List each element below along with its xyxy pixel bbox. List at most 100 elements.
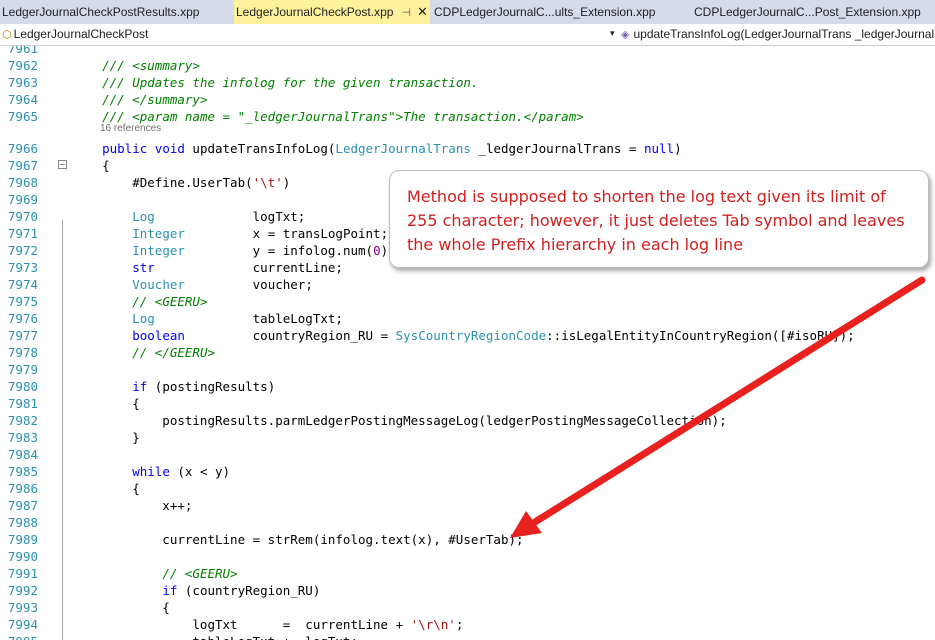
code-text: { bbox=[72, 481, 140, 496]
class-selector[interactable]: ⬡ LedgerJournalCheckPost bbox=[2, 27, 148, 41]
code-line[interactable]: 7975 // <GEERU> bbox=[0, 293, 935, 310]
code-text: Integer y = infolog.num(0); bbox=[132, 243, 395, 258]
code-text: tableLogTxt += logTxt; bbox=[72, 633, 358, 640]
tab-label: LedgerJournalCheckPost.xpp bbox=[236, 5, 394, 19]
code-line[interactable]: 7992 if (countryRegion_RU) bbox=[0, 582, 935, 599]
line-number: 7963 bbox=[7, 75, 38, 90]
code-line[interactable]: 7986 { bbox=[0, 480, 935, 497]
code-line[interactable]: 7978 // </GEERU> bbox=[0, 344, 935, 361]
line-number: 7994 bbox=[7, 617, 38, 632]
method-selector[interactable]: ◈ updateTransInfoLog(LedgerJournalTrans _… bbox=[621, 27, 934, 41]
code-editor[interactable]: 16 references 7961 7962 /// <summary> 7963… bbox=[0, 46, 935, 640]
collapse-icon[interactable]: − bbox=[58, 160, 67, 169]
line-number: 7969 bbox=[7, 192, 38, 207]
code-text: if (postingResults) bbox=[132, 379, 276, 394]
line-number: 7976 bbox=[7, 311, 38, 326]
line-number: 7977 bbox=[7, 328, 38, 343]
tab-cdp-post-extension[interactable]: CDPLedgerJournalC...Post_Extension.xpp bbox=[692, 0, 935, 24]
tab-label: CDPLedgerJournalC...ults_Extension.xpp bbox=[434, 5, 656, 19]
line-number: 7967 bbox=[7, 158, 38, 173]
line-number: 7993 bbox=[7, 600, 38, 615]
code-text: /// </summary> bbox=[102, 92, 208, 107]
code-line[interactable]: 7988 bbox=[0, 514, 935, 531]
line-number: 7971 bbox=[7, 226, 38, 241]
code-text: boolean countryRegion_RU = SysCountryReg… bbox=[132, 328, 855, 343]
tab-label: CDPLedgerJournalC...Post_Extension.xpp bbox=[694, 5, 921, 19]
code-line[interactable]: 7966 public void updateTransInfoLog(Ledg… bbox=[0, 140, 935, 157]
code-line[interactable]: 7963 /// Updates the infolog for the giv… bbox=[0, 74, 935, 91]
line-number: 7974 bbox=[7, 277, 38, 292]
tab-strip: LedgerJournalCheckPostResults.xpp Ledger… bbox=[0, 0, 935, 24]
code-text: Log tableLogTxt; bbox=[132, 311, 343, 326]
tab-cdp-results-extension[interactable]: CDPLedgerJournalC...ults_Extension.xpp bbox=[432, 0, 684, 24]
method-icon: ◈ bbox=[621, 29, 630, 41]
code-line[interactable]: 7976 Log tableLogTxt; bbox=[0, 310, 935, 327]
line-number: 7965 bbox=[7, 109, 38, 124]
code-text: logTxt = currentLine + '\r\n'; bbox=[72, 617, 464, 632]
code-line[interactable]: 7993 { bbox=[0, 599, 935, 616]
code-text: // </GEERU> bbox=[132, 345, 216, 360]
code-line[interactable]: 7987 x++; bbox=[0, 497, 935, 514]
code-line[interactable]: 7982 postingResults.parmLedgerPostingMes… bbox=[0, 412, 935, 429]
code-line[interactable]: 7984 bbox=[0, 446, 935, 463]
code-text: { bbox=[72, 600, 170, 615]
code-line[interactable]: 7990 bbox=[0, 548, 935, 565]
tab-label: LedgerJournalCheckPostResults.xpp bbox=[2, 5, 200, 19]
code-text: if (countryRegion_RU) bbox=[162, 583, 321, 598]
code-line[interactable]: 7977 boolean countryRegion_RU = SysCount… bbox=[0, 327, 935, 344]
code-text: #Define.UserTab('\t') bbox=[72, 175, 291, 190]
method-name: updateTransInfoLog(LedgerJournalTrans _l… bbox=[633, 27, 935, 41]
code-line[interactable]: 7991 // <GEERU> bbox=[0, 565, 935, 582]
code-line[interactable]: 7983 } bbox=[0, 429, 935, 446]
code-line[interactable]: 7962 /// <summary> bbox=[0, 57, 935, 74]
line-number: 7990 bbox=[7, 549, 38, 564]
code-text: { bbox=[72, 396, 140, 411]
line-number: 7973 bbox=[7, 260, 38, 275]
line-number: 7982 bbox=[7, 413, 38, 428]
code-text: postingResults.parmLedgerPostingMessageL… bbox=[72, 413, 727, 428]
callout-text: Method is supposed to shorten the log te… bbox=[407, 187, 905, 254]
annotation-callout: Method is supposed to shorten the log te… bbox=[389, 170, 929, 268]
code-line[interactable]: 7995 tableLogTxt += logTxt; bbox=[0, 633, 935, 640]
code-line[interactable]: 7994 logTxt = currentLine + '\r\n'; bbox=[0, 616, 935, 633]
code-line[interactable]: 7965 /// <param name = "_ledgerJournalTr… bbox=[0, 108, 935, 125]
code-line[interactable]: 7964 /// </summary> bbox=[0, 91, 935, 108]
line-number: 7972 bbox=[7, 243, 38, 258]
pin-icon[interactable]: ⊣ bbox=[401, 7, 411, 19]
line-number: 7962 bbox=[7, 58, 38, 73]
line-number: 7995 bbox=[0, 633, 38, 640]
code-text: currentLine = strRem(infolog.text(x), #U… bbox=[72, 532, 524, 547]
class-icon: ⬡ bbox=[2, 29, 12, 41]
line-number: 7987 bbox=[7, 498, 38, 513]
line-number: 7983 bbox=[7, 430, 38, 445]
code-line[interactable]: 7974 Voucher voucher; bbox=[0, 276, 935, 293]
code-line[interactable]: 7981 { bbox=[0, 395, 935, 412]
line-number: 7991 bbox=[7, 566, 38, 581]
line-number: 7989 bbox=[7, 532, 38, 547]
line-number: 7979 bbox=[7, 362, 38, 377]
tab-ledger-journal-check-post-results[interactable]: LedgerJournalCheckPostResults.xpp bbox=[0, 0, 232, 24]
code-line[interactable]: 7985 while (x < y) bbox=[0, 463, 935, 480]
code-line[interactable]: 7961 bbox=[0, 46, 935, 57]
code-text: Log logTxt; bbox=[132, 209, 306, 224]
code-line[interactable]: 7980 if (postingResults) bbox=[0, 378, 935, 395]
line-number: 7961 bbox=[7, 46, 38, 56]
line-number: 7970 bbox=[7, 209, 38, 224]
line-number: 7975 bbox=[7, 294, 38, 309]
close-icon[interactable]: ✕ bbox=[417, 4, 428, 19]
tab-ledger-journal-check-post[interactable]: LedgerJournalCheckPost.xpp ⊣ ✕ bbox=[234, 0, 430, 24]
code-text: public void updateTransInfoLog(LedgerJou… bbox=[102, 141, 682, 156]
code-text: } bbox=[72, 430, 140, 445]
code-text: str currentLine; bbox=[132, 260, 343, 275]
code-text: /// <summary> bbox=[102, 58, 200, 73]
chevron-down-icon[interactable]: ▾ bbox=[610, 28, 615, 39]
line-number: 7984 bbox=[7, 447, 38, 462]
line-number: 7992 bbox=[7, 583, 38, 598]
code-text: /// <param name = "_ledgerJournalTrans">… bbox=[102, 109, 584, 124]
line-number: 7985 bbox=[7, 464, 38, 479]
line-number: 7964 bbox=[7, 92, 38, 107]
code-text: { bbox=[72, 158, 110, 173]
code-line[interactable]: 7989 currentLine = strRem(infolog.text(x… bbox=[0, 531, 935, 548]
code-line[interactable]: 7979 bbox=[0, 361, 935, 378]
line-number: 7978 bbox=[7, 345, 38, 360]
